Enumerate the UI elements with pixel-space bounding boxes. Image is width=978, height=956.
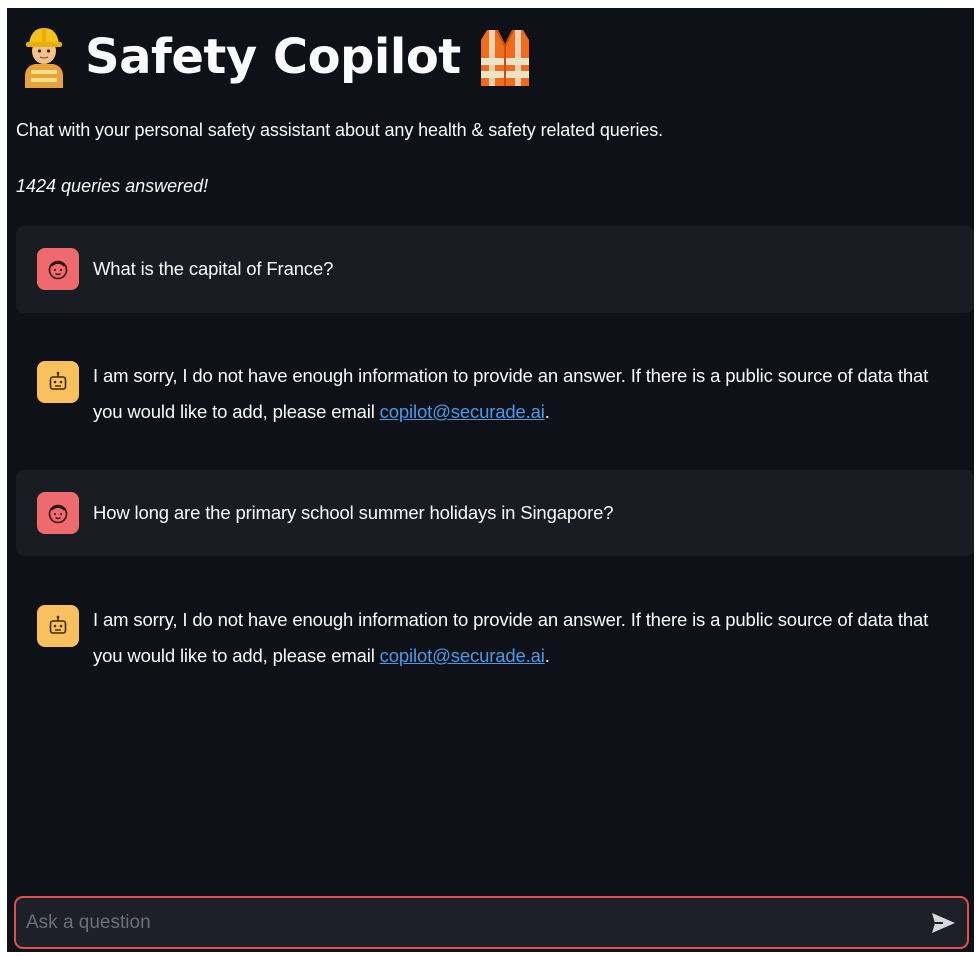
chat-message-user: How long are the primary school summer h… bbox=[16, 470, 974, 556]
chat-message-assistant: I am sorry, I do not have enough informa… bbox=[16, 342, 974, 438]
user-face-icon bbox=[37, 248, 79, 290]
message-text: How long are the primary school summer h… bbox=[93, 502, 614, 523]
app-container: Safety Copilot Chat with your personal s… bbox=[7, 8, 974, 952]
page-title: Safety Copilot bbox=[85, 29, 461, 85]
chat-message-assistant: I am sorry, I do not have enough informa… bbox=[16, 586, 974, 682]
message-text-part: . bbox=[544, 401, 550, 422]
safety-vest-icon bbox=[477, 26, 533, 88]
email-link[interactable]: copilot@securade.ai bbox=[380, 401, 545, 422]
message-text: I am sorry, I do not have enough informa… bbox=[93, 358, 950, 430]
page-subtitle: Chat with your personal safety assistant… bbox=[16, 120, 664, 140]
robot-icon bbox=[37, 361, 79, 403]
chat-input-container bbox=[14, 896, 969, 949]
queries-answered-count: 1424 queries answered! bbox=[16, 176, 209, 196]
message-text: I am sorry, I do not have enough informa… bbox=[93, 602, 950, 674]
user-face-icon bbox=[37, 492, 79, 534]
robot-icon bbox=[37, 605, 79, 647]
chat-input[interactable] bbox=[26, 898, 906, 947]
send-button[interactable] bbox=[929, 909, 957, 937]
email-link[interactable]: copilot@securade.ai bbox=[380, 645, 545, 666]
send-arrow-icon bbox=[932, 913, 955, 933]
message-text: What is the capital of France? bbox=[93, 258, 334, 279]
chat-message-user: What is the capital of France? bbox=[16, 226, 974, 313]
construction-worker-icon bbox=[21, 26, 67, 88]
message-text-part: . bbox=[544, 645, 550, 666]
page-header: Safety Copilot bbox=[21, 22, 533, 92]
